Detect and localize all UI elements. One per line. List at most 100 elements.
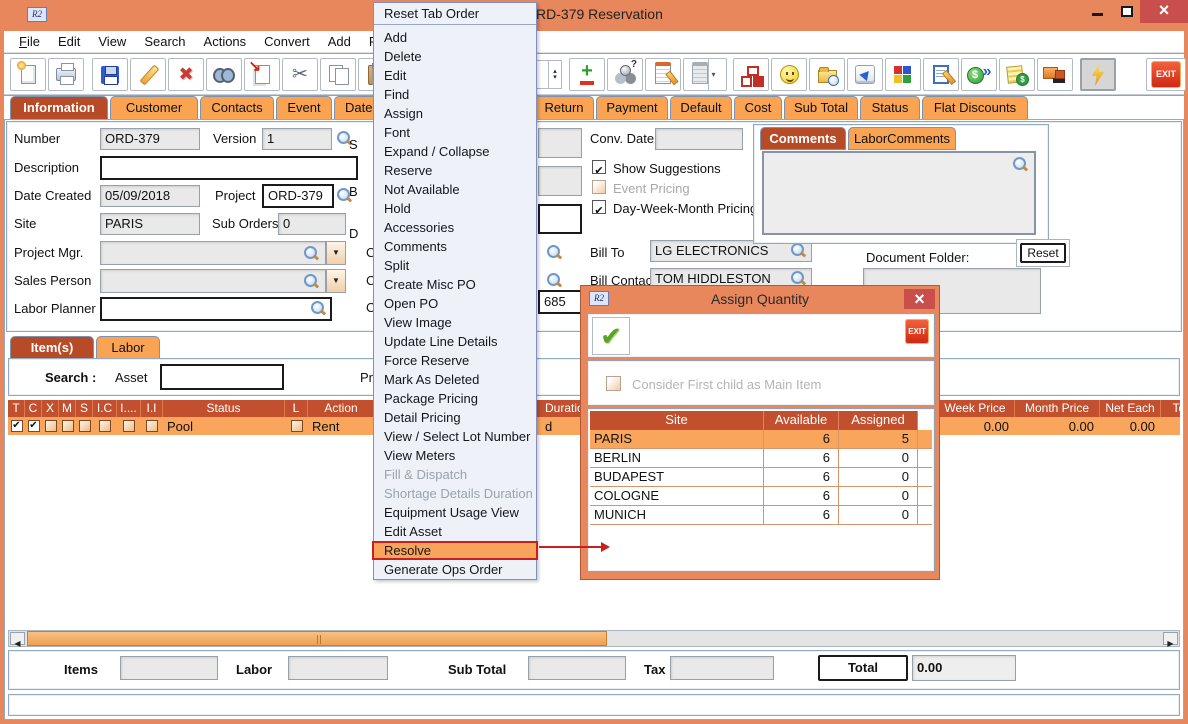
project-field[interactable]: ORD-379 — [262, 184, 334, 208]
cell-available[interactable]: 6 — [764, 430, 839, 448]
project-mgr-field[interactable] — [100, 241, 326, 265]
labor-planner-search-icon[interactable] — [310, 300, 326, 316]
column-header-month-price[interactable]: Month Price — [1015, 400, 1100, 417]
tab-items[interactable]: Item(s) — [10, 336, 94, 359]
search-icon[interactable] — [546, 244, 562, 260]
table-row[interactable]: PARIS 6 5 — [590, 430, 932, 449]
column-header[interactable]: I.I — [141, 400, 163, 417]
context-menu-force-reserve[interactable]: Force Reserve — [374, 351, 536, 370]
cell-week-price[interactable]: 0.00 — [936, 417, 1015, 435]
context-menu-split[interactable]: Split — [374, 256, 536, 275]
cell-site[interactable]: PARIS — [590, 430, 764, 448]
column-header[interactable]: L — [285, 400, 308, 417]
inventory-button[interactable] — [885, 58, 921, 91]
menu-edit[interactable]: Edit — [49, 34, 89, 49]
horizontal-scrollbar[interactable] — [8, 630, 1180, 647]
reset-button[interactable]: Reset — [1020, 243, 1066, 263]
folder-history-button[interactable] — [809, 58, 845, 91]
checkbox-unchecked[interactable] — [99, 420, 111, 432]
cell-site[interactable]: BERLIN — [590, 449, 764, 467]
cell-i[interactable] — [117, 417, 141, 435]
column-header-site[interactable]: Site — [590, 411, 764, 430]
tab-labor[interactable]: Labor — [96, 336, 160, 359]
table-row[interactable]: BERLIN 6 0 — [590, 449, 932, 468]
tab-customer[interactable]: Customer — [110, 96, 198, 119]
paste-special-button[interactable] — [244, 58, 280, 91]
cell-available[interactable]: 6 — [764, 468, 839, 486]
column-header-total[interactable]: Tot — [1161, 400, 1180, 417]
context-menu-view-select-lot-number[interactable]: View / Select Lot Number — [374, 427, 536, 446]
tab-return[interactable]: Return — [534, 96, 594, 119]
cell-assigned[interactable]: 0 — [839, 449, 918, 467]
cell-assigned[interactable]: 0 — [839, 487, 918, 505]
customer-service-button[interactable] — [771, 58, 807, 91]
cell-month-price[interactable]: 0.00 — [1015, 417, 1100, 435]
edit-note-button[interactable] — [923, 58, 959, 91]
maximize-button[interactable] — [1114, 0, 1140, 23]
cell-assigned[interactable]: 5 — [839, 430, 918, 448]
table-row[interactable]: COLOGNE 6 0 — [590, 487, 932, 506]
context-menu-accessories[interactable]: Accessories — [374, 218, 536, 237]
tab-comments[interactable]: Comments — [760, 127, 846, 150]
cell-l[interactable] — [285, 417, 308, 435]
column-header-assigned[interactable]: Assigned — [839, 411, 918, 430]
context-menu-view-image[interactable]: View Image — [374, 313, 536, 332]
asset-input[interactable] — [160, 364, 284, 390]
context-menu-reset-tab-order[interactable]: Reset Tab Order — [374, 3, 536, 25]
table-row[interactable]: BUDAPEST 6 0 — [590, 468, 932, 487]
notes-button[interactable] — [645, 58, 681, 91]
cell-site[interactable]: COLOGNE — [590, 487, 764, 505]
cell-available[interactable]: 6 — [764, 487, 839, 505]
description-input[interactable] — [100, 156, 358, 180]
checkbox-checked[interactable] — [28, 420, 40, 432]
context-menu-find[interactable]: Find — [374, 85, 536, 104]
hierarchy-button[interactable] — [733, 58, 769, 91]
cell-status[interactable]: Pool — [163, 417, 285, 435]
edit-button[interactable] — [130, 58, 166, 91]
cut-button[interactable] — [282, 58, 318, 91]
tab-payment[interactable]: Payment — [596, 96, 668, 119]
checkbox-unchecked[interactable] — [45, 420, 57, 432]
menu-view[interactable]: View — [89, 34, 135, 49]
tab-labor-comments[interactable]: LaborComments — [848, 127, 956, 150]
context-menu-not-available[interactable]: Not Available — [374, 180, 536, 199]
cell-t[interactable] — [8, 417, 25, 435]
quick-actions-button[interactable] — [1080, 58, 1116, 91]
chevron-down-icon[interactable] — [708, 59, 718, 90]
sales-person-search-icon[interactable] — [303, 273, 319, 289]
cell-x[interactable] — [42, 417, 59, 435]
labor-planner-field[interactable] — [100, 297, 332, 321]
cell-site[interactable]: MUNICH — [590, 506, 764, 524]
cell-assigned[interactable]: 0 — [839, 468, 918, 486]
tab-contacts[interactable]: Contacts — [200, 96, 274, 119]
sales-person-dropdown-button[interactable] — [326, 269, 346, 293]
context-menu-create-misc-po[interactable]: Create Misc PO — [374, 275, 536, 294]
billing-button[interactable] — [999, 58, 1035, 91]
checkbox-unchecked[interactable] — [291, 420, 303, 432]
project-mgr-search-icon[interactable] — [303, 245, 319, 261]
cell-available[interactable]: 6 — [764, 449, 839, 467]
tab-cost[interactable]: Cost — [734, 96, 782, 119]
menu-file[interactable]: File — [10, 34, 49, 49]
add-remove-line-button[interactable] — [569, 58, 605, 91]
show-suggestions-checkbox[interactable] — [592, 160, 606, 174]
tab-sub-total[interactable]: Sub Total — [784, 96, 858, 119]
dialog-ok-button[interactable] — [592, 317, 630, 355]
cell-action[interactable]: Rent — [308, 417, 375, 435]
context-menu-hold[interactable]: Hold — [374, 199, 536, 218]
project-mgr-dropdown-button[interactable] — [326, 241, 346, 265]
context-menu-comments[interactable]: Comments — [374, 237, 536, 256]
save-button[interactable] — [92, 58, 128, 91]
context-menu-equipment-usage-view[interactable]: Equipment Usage View — [374, 503, 536, 522]
menu-actions[interactable]: Actions — [195, 34, 256, 49]
context-menu-detail-pricing[interactable]: Detail Pricing — [374, 408, 536, 427]
column-header[interactable]: S — [76, 400, 93, 417]
tab-default[interactable]: Default — [670, 96, 732, 119]
cell-assigned[interactable]: 0 — [839, 506, 918, 524]
cell-ic[interactable] — [93, 417, 117, 435]
search-icon[interactable] — [546, 272, 562, 288]
exit-button[interactable]: EXIT — [1146, 58, 1186, 91]
context-menu-font[interactable]: Font — [374, 123, 536, 142]
table-row[interactable]: MUNICH 6 0 — [590, 506, 932, 525]
column-header-action[interactable]: Action — [308, 400, 375, 417]
